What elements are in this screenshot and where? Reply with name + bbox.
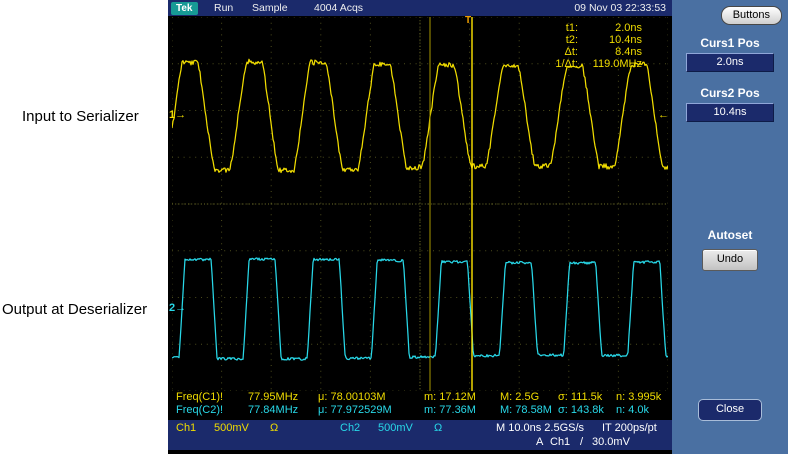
- scope-screen: Tek Run Sample 4004 Acqs 09 Nov 03 22:33…: [168, 0, 672, 454]
- graticule: t1: 2.0ns t2: 10.4ns Δt: 8.4ns 1/Δt: 119…: [172, 17, 668, 391]
- label-output-deserializer: Output at Deserializer: [2, 301, 147, 318]
- trigger-source: Ch1: [550, 436, 570, 448]
- meas2-max: M: 78.58M: [500, 404, 552, 417]
- autoset-label: Autoset: [672, 228, 788, 242]
- meas2-mean: μ: 77.972529M: [318, 404, 392, 417]
- meas1-value: 77.95MHz: [248, 391, 298, 404]
- inv-dt-value: 119.0MHz: [582, 58, 642, 70]
- meas1-min: m: 17.12M: [424, 391, 476, 404]
- acquisition-state: Run: [214, 2, 233, 14]
- measurement-row-ch1: Freq(C1)! 77.95MHz μ: 78.00103M m: 17.12…: [172, 391, 668, 404]
- dt-value: 8.4ns: [582, 46, 642, 58]
- meas2-stddev: σ: 143.8k: [558, 404, 604, 417]
- curs2-pos-label: Curs2 Pos: [672, 86, 788, 100]
- t1-value: 2.0ns: [582, 22, 642, 34]
- meas1-max: M: 2.5G: [500, 391, 539, 404]
- ch2-position-marker: 2→: [169, 302, 186, 314]
- trigger-position-marker: T: [465, 15, 471, 26]
- meas2-count: n: 4.0k: [616, 404, 649, 417]
- meas1-mean: μ: 78.00103M: [318, 391, 386, 404]
- meas2-min: m: 77.36M: [424, 404, 476, 417]
- ch1-scale: 500mV: [214, 422, 249, 434]
- acquisition-count: 4004 Acqs: [314, 2, 363, 14]
- dt-label: Δt:: [555, 46, 578, 58]
- control-panel: Buttons Curs1 Pos 2.0ns Curs2 Pos 10.4ns…: [672, 0, 788, 454]
- acquisition-mode: Sample: [252, 2, 288, 14]
- t2-label: t2:: [555, 34, 578, 46]
- ch2-scale: 500mV: [378, 422, 413, 434]
- t2-value: 10.4ns: [582, 34, 642, 46]
- tek-logo: Tek: [171, 2, 198, 15]
- ch2-label: Ch2: [340, 422, 360, 434]
- ch1-label: Ch1: [176, 422, 196, 434]
- graticule-svg: [172, 17, 668, 391]
- ch1-position-marker: 1→: [169, 109, 186, 121]
- curs1-pos-value[interactable]: 2.0ns: [686, 53, 774, 72]
- datetime: 09 Nov 03 22:33:53: [574, 2, 666, 14]
- meas1-stddev: σ: 111.5k: [558, 391, 602, 404]
- curs1-pos-label: Curs1 Pos: [672, 36, 788, 50]
- ch1-impedance: Ω: [270, 422, 278, 434]
- screenshot-root: Input to Serializer Output at Deserializ…: [0, 0, 788, 454]
- rising-edge-icon: /: [580, 436, 583, 448]
- sampling-readout: IT 200ps/pt: [602, 422, 657, 434]
- inv-dt-label: 1/Δt:: [555, 58, 578, 70]
- close-button[interactable]: Close: [698, 399, 762, 421]
- trigger-level: 30.0mV: [592, 436, 630, 448]
- meas2-value: 77.84MHz: [248, 404, 298, 417]
- ch1-right-arrow-marker: ←: [658, 109, 669, 121]
- buttons-button[interactable]: Buttons: [721, 6, 782, 25]
- cursor-readout: t1: 2.0ns t2: 10.4ns Δt: 8.4ns 1/Δt: 119…: [555, 22, 642, 70]
- t1-label: t1:: [555, 22, 578, 34]
- trigger-mode: A: [536, 436, 543, 448]
- scope-topbar: Tek Run Sample 4004 Acqs 09 Nov 03 22:33…: [168, 0, 672, 16]
- label-input-serializer: Input to Serializer: [22, 108, 139, 125]
- undo-button[interactable]: Undo: [702, 249, 758, 271]
- measurement-row-ch2: Freq(C2)! 77.84MHz μ: 77.972529M m: 77.3…: [172, 404, 668, 417]
- timebase-readout: M 10.0ns 2.5GS/s: [496, 422, 584, 434]
- curs2-pos-value[interactable]: 10.4ns: [686, 103, 774, 122]
- meas1-name: Freq(C1)!: [176, 391, 223, 404]
- ch2-impedance: Ω: [434, 422, 442, 434]
- scope-statusbar: Ch1 500mV Ω Ch2 500mV Ω M 10.0ns 2.5GS/s…: [168, 420, 672, 450]
- meas2-name: Freq(C2)!: [176, 404, 223, 417]
- meas1-count: n: 3.995k: [616, 391, 661, 404]
